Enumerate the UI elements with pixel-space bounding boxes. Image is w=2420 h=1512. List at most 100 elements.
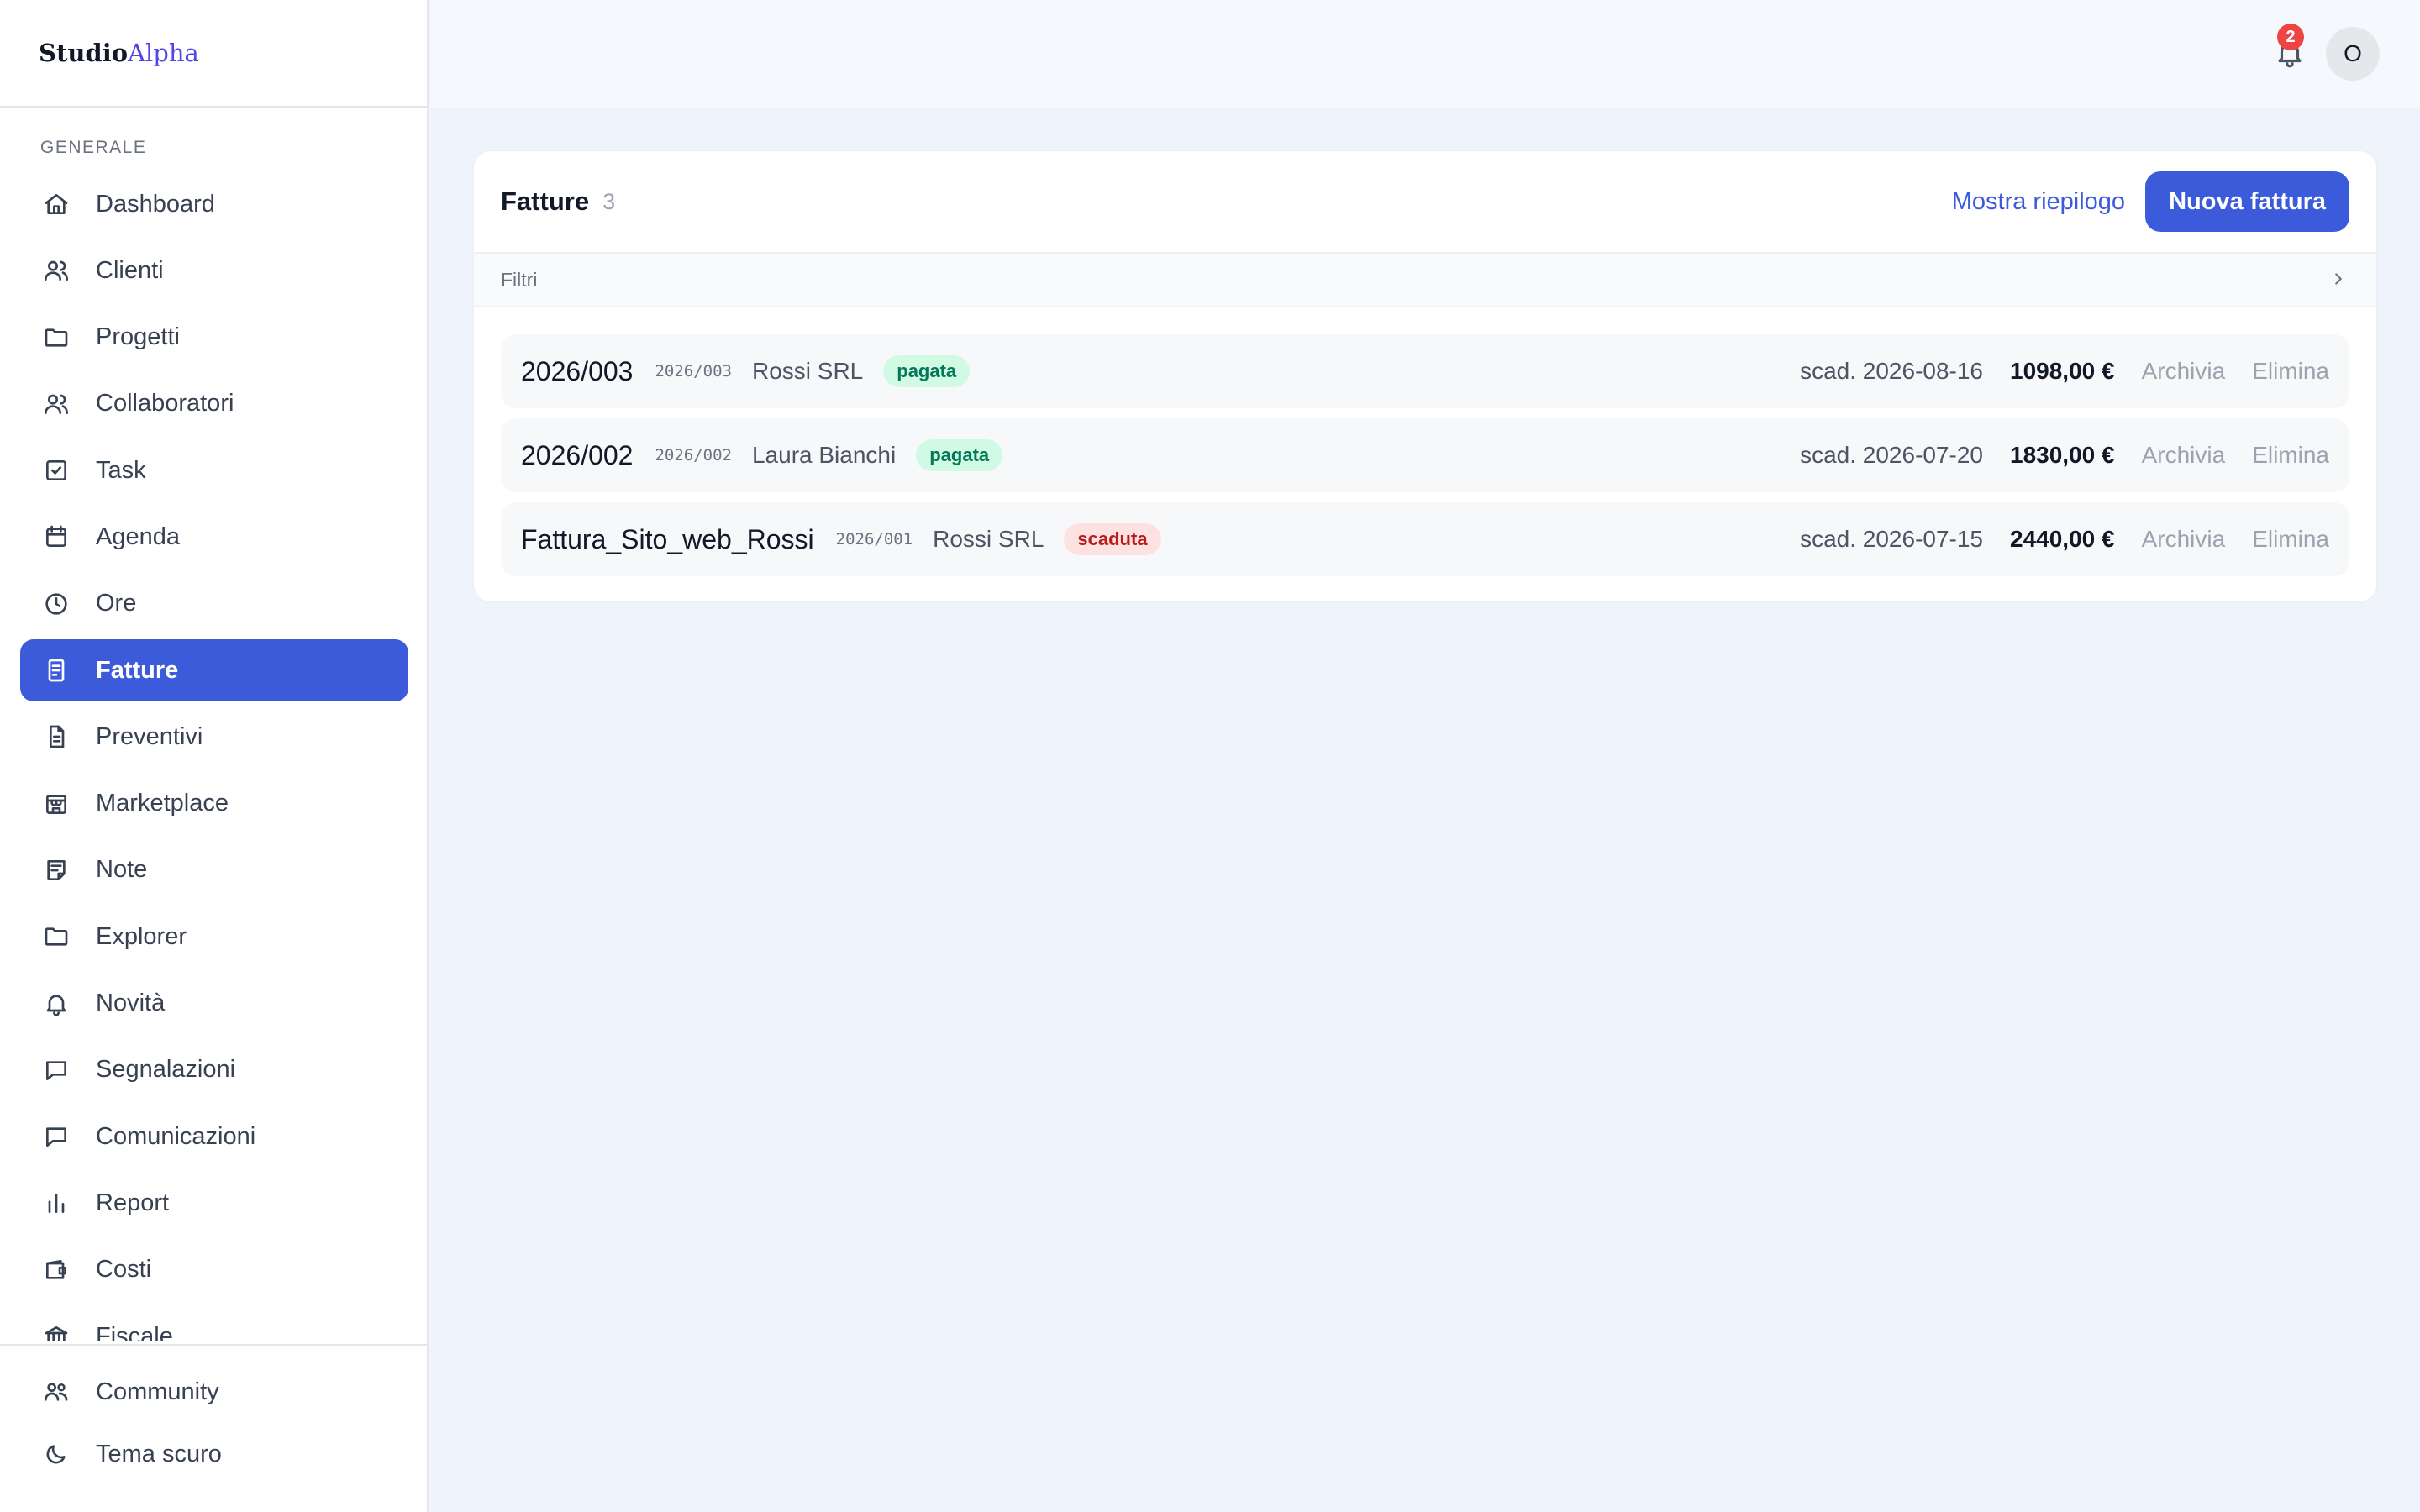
sidebar-item-label: Marketplace bbox=[96, 790, 229, 817]
status-badge: pagata bbox=[883, 355, 971, 387]
store-icon bbox=[42, 790, 71, 818]
invoice-count: 3 bbox=[602, 188, 616, 214]
sidebar-item-costi[interactable]: Costi bbox=[20, 1239, 408, 1301]
sidebar-item-marketplace[interactable]: Marketplace bbox=[20, 773, 408, 835]
topbar: 2 O bbox=[430, 0, 2420, 108]
folder-icon bbox=[42, 323, 71, 352]
invoice-client: Rossi SRL bbox=[751, 358, 864, 384]
sidebar-item-label: Fatture bbox=[96, 656, 179, 684]
bar-chart-icon bbox=[42, 1189, 71, 1217]
wallet-icon bbox=[42, 1256, 71, 1284]
moon-icon bbox=[42, 1440, 71, 1468]
invoice-row[interactable]: 2026/002 2026/002 Laura Bianchi pagata s… bbox=[501, 418, 2349, 492]
invoice-title[interactable]: Fattura_Sito_web_Rossi bbox=[521, 524, 814, 555]
delete-button[interactable]: Elimina bbox=[2252, 526, 2329, 553]
invoice-row[interactable]: Fattura_Sito_web_Rossi 2026/001 Rossi SR… bbox=[501, 502, 2349, 576]
sidebar-item-agenda[interactable]: Agenda bbox=[20, 506, 408, 568]
message-icon bbox=[42, 1056, 71, 1084]
sidebar-item-label: Task bbox=[96, 456, 146, 484]
sidebar-item-label: Report bbox=[96, 1189, 170, 1216]
bank-icon bbox=[42, 1322, 71, 1341]
invoice-due-date: scad. 2026-08-16 bbox=[1800, 358, 1984, 384]
message-icon bbox=[42, 1122, 71, 1151]
brand-name-part2: Alpha bbox=[128, 39, 199, 67]
invoice-title[interactable]: 2026/002 bbox=[521, 440, 633, 471]
document-icon bbox=[42, 722, 71, 751]
sidebar-item-task[interactable]: Task bbox=[20, 439, 408, 501]
invoice-code: 2026/001 bbox=[835, 530, 913, 549]
sidebar-item-segnalazioni[interactable]: Segnalazioni bbox=[20, 1039, 408, 1101]
show-summary-link[interactable]: Mostra riepilogo bbox=[1952, 188, 2125, 216]
sidebar-item-label: Costi bbox=[96, 1256, 152, 1284]
invoice-amount: 1098,00 € bbox=[2010, 358, 2115, 384]
sidebar-bottom: Community Tema scuro bbox=[0, 1344, 427, 1512]
invoice-due-date: scad. 2026-07-15 bbox=[1800, 526, 1984, 552]
sidebar-item-label: Explorer bbox=[96, 922, 187, 950]
sidebar-item-label: Comunicazioni bbox=[96, 1122, 256, 1150]
chevron-right-icon bbox=[2329, 270, 2349, 290]
sidebar-item-comunicazioni[interactable]: Comunicazioni bbox=[20, 1105, 408, 1168]
sidebar-item-label: Segnalazioni bbox=[96, 1056, 236, 1084]
checkbox-icon bbox=[42, 456, 71, 485]
sidebar-item-note[interactable]: Note bbox=[20, 839, 408, 901]
invoice-list: 2026/003 2026/003 Rossi SRL pagata scad.… bbox=[474, 307, 2376, 576]
sidebar-item-preventivi[interactable]: Preventivi bbox=[20, 706, 408, 768]
sidebar-item-dashboard[interactable]: Dashboard bbox=[20, 173, 408, 235]
invoice-client: Laura Bianchi bbox=[751, 442, 897, 468]
sidebar-item-label: Note bbox=[96, 856, 148, 884]
sidebar-item-label: Collaboratori bbox=[96, 390, 234, 417]
sidebar-item-label: Dashboard bbox=[96, 190, 215, 218]
new-invoice-button[interactable]: Nuova fattura bbox=[2145, 171, 2349, 232]
delete-button[interactable]: Elimina bbox=[2252, 358, 2329, 385]
sidebar-item-clienti[interactable]: Clienti bbox=[20, 239, 408, 302]
invoice-amount: 2440,00 € bbox=[2010, 526, 2115, 552]
sidebar-item-novita[interactable]: Novità bbox=[20, 973, 408, 1035]
community-icon bbox=[42, 1378, 71, 1406]
users-icon bbox=[42, 390, 71, 418]
sidebar-item-community[interactable]: Community bbox=[20, 1362, 407, 1421]
invoice-code: 2026/003 bbox=[655, 362, 732, 381]
sidebar: Studio Alpha GENERALE Dashboard Clienti P… bbox=[0, 0, 429, 1512]
sidebar-item-label: Tema scuro bbox=[96, 1440, 222, 1467]
brand-name-part1: Studio bbox=[39, 39, 129, 67]
invoice-icon bbox=[42, 656, 71, 685]
invoices-card: Fatture 3 Mostra riepilogo Nuova fattura… bbox=[472, 150, 2378, 603]
status-badge: pagata bbox=[916, 439, 1003, 471]
sidebar-item-tema-scuro[interactable]: Tema scuro bbox=[20, 1425, 407, 1483]
sidebar-item-progetti[interactable]: Progetti bbox=[20, 307, 408, 369]
invoice-amount: 1830,00 € bbox=[2010, 442, 2115, 468]
sidebar-item-label: Ore bbox=[96, 590, 137, 617]
archive-button[interactable]: Archivia bbox=[2142, 442, 2226, 469]
sidebar-item-fiscale[interactable]: Fiscale bbox=[20, 1305, 408, 1341]
avatar[interactable]: O bbox=[2326, 27, 2380, 81]
sidebar-item-report[interactable]: Report bbox=[20, 1172, 408, 1234]
sidebar-nav: Dashboard Clienti Progetti Collaboratori… bbox=[20, 173, 408, 1341]
sidebar-item-label: Agenda bbox=[96, 522, 180, 550]
invoice-due-date: scad. 2026-07-20 bbox=[1800, 442, 1984, 468]
sidebar-item-fatture[interactable]: Fatture bbox=[20, 639, 408, 702]
sidebar-item-collaboratori[interactable]: Collaboratori bbox=[20, 373, 408, 435]
sidebar-item-label: Clienti bbox=[96, 256, 164, 284]
home-icon bbox=[42, 190, 71, 218]
archive-button[interactable]: Archivia bbox=[2142, 526, 2226, 553]
sidebar-item-label: Novità bbox=[96, 990, 166, 1017]
sidebar-item-label: Fiscale bbox=[96, 1322, 173, 1341]
note-icon bbox=[42, 856, 71, 885]
sidebar-item-explorer[interactable]: Explorer bbox=[20, 906, 408, 968]
delete-button[interactable]: Elimina bbox=[2252, 442, 2329, 469]
archive-button[interactable]: Archivia bbox=[2142, 358, 2226, 385]
clock-icon bbox=[42, 590, 71, 618]
bell-icon bbox=[42, 990, 71, 1018]
users-icon bbox=[42, 256, 71, 285]
sidebar-item-label: Progetti bbox=[96, 323, 180, 351]
card-header: Fatture 3 Mostra riepilogo Nuova fattura bbox=[474, 151, 2376, 252]
filters-toggle[interactable]: Filtri bbox=[474, 252, 2376, 307]
sidebar-item-ore[interactable]: Ore bbox=[20, 573, 408, 635]
invoice-client: Rossi SRL bbox=[933, 526, 1044, 552]
brand-logo[interactable]: Studio Alpha bbox=[0, 0, 427, 108]
invoice-title[interactable]: 2026/003 bbox=[521, 356, 633, 387]
invoice-code: 2026/002 bbox=[655, 446, 732, 465]
notification-badge: 2 bbox=[2277, 24, 2304, 50]
invoice-row[interactable]: 2026/003 2026/003 Rossi SRL pagata scad.… bbox=[501, 334, 2349, 408]
sidebar-item-label: Community bbox=[96, 1378, 219, 1405]
